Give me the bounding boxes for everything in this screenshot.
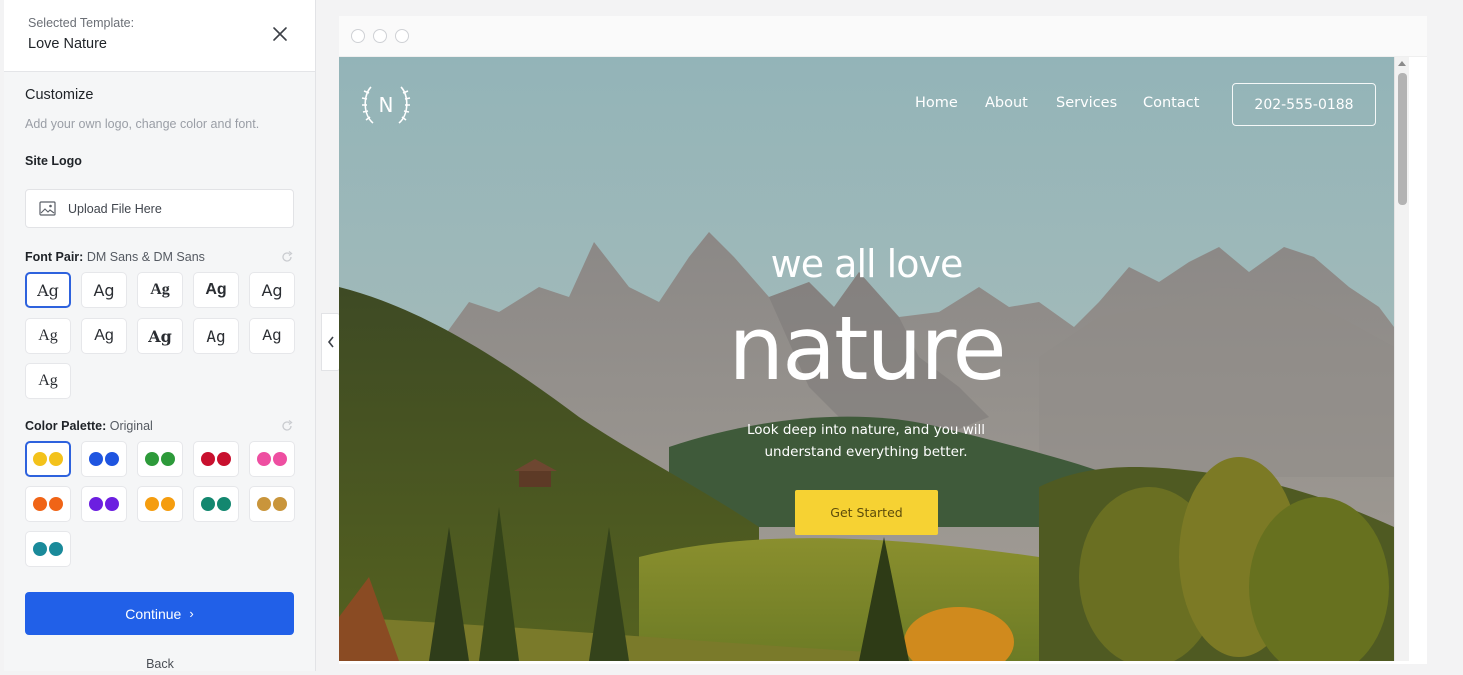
color-palette-option[interactable]	[193, 441, 239, 477]
font-pair-label: Font Pair: DM Sans & DM Sans	[25, 250, 205, 264]
font-option[interactable]: Ag	[25, 318, 71, 354]
color-palette-option[interactable]	[137, 441, 183, 477]
collapse-sidebar-button[interactable]	[321, 313, 340, 371]
window-dot	[395, 29, 409, 43]
color-palette-option[interactable]	[25, 531, 71, 567]
preview-titlebar	[339, 16, 1427, 57]
font-option[interactable]: Ag	[25, 363, 71, 399]
color-palette-option[interactable]	[25, 441, 71, 477]
color-palette-option[interactable]	[81, 441, 127, 477]
phone-button[interactable]: 202-555-0188	[1232, 83, 1376, 126]
font-option[interactable]: Ag	[249, 318, 295, 354]
color-palette-option[interactable]	[137, 486, 183, 522]
reset-color-icon[interactable]	[280, 419, 294, 433]
font-option[interactable]: Ag	[25, 272, 71, 308]
font-option[interactable]: Ag	[81, 272, 127, 308]
customize-subtitle: Add your own logo, change color and font…	[25, 117, 260, 131]
logo-letter: N	[379, 93, 394, 117]
color-palette-option[interactable]	[81, 486, 127, 522]
scroll-up-icon[interactable]	[1398, 61, 1406, 66]
site-logo[interactable]: N	[357, 79, 415, 131]
font-option[interactable]: Ag	[137, 272, 183, 308]
scroll-thumb[interactable]	[1398, 73, 1407, 205]
color-palette-option[interactable]	[249, 441, 295, 477]
sidebar-header: Selected Template: Love Nature	[4, 0, 315, 72]
customize-sidebar: Selected Template: Love Nature Customize…	[4, 0, 316, 671]
chevron-right-icon: ›	[189, 606, 194, 621]
back-link[interactable]: Back	[4, 657, 316, 671]
color-palette-value: Original	[109, 419, 153, 433]
window-dot	[373, 29, 387, 43]
color-palette-option[interactable]	[25, 486, 71, 522]
get-started-button[interactable]: Get Started	[795, 490, 938, 535]
preview-scrollbar[interactable]	[1394, 57, 1409, 661]
reset-font-icon[interactable]	[280, 250, 294, 264]
selected-template-label: Selected Template:	[28, 16, 135, 30]
nav-about[interactable]: About	[985, 95, 1028, 111]
font-option[interactable]: Ag	[81, 318, 127, 354]
upload-logo-button[interactable]: Upload File Here	[25, 189, 294, 228]
nav-services[interactable]: Services	[1056, 95, 1117, 111]
font-option[interactable]: Ag	[137, 318, 183, 354]
nav-home[interactable]: Home	[915, 95, 958, 111]
color-palette-option[interactable]	[249, 486, 295, 522]
font-option[interactable]: Ag	[193, 272, 239, 308]
color-palette-label: Color Palette: Original	[25, 419, 153, 433]
customize-title: Customize	[25, 87, 94, 103]
hero-section: N Home About Services Contact 202-555-01…	[339, 57, 1394, 661]
continue-button[interactable]: Continue ›	[25, 592, 294, 635]
nav-contact[interactable]: Contact	[1143, 95, 1199, 111]
template-name: Love Nature	[28, 36, 107, 52]
preview-window: N Home About Services Contact 202-555-01…	[339, 16, 1427, 664]
continue-label: Continue	[125, 605, 182, 622]
color-palette-option[interactable]	[193, 486, 239, 522]
hero-headline-small: we all love	[770, 242, 964, 286]
image-icon	[39, 201, 56, 216]
font-option[interactable]: Ag	[193, 318, 239, 354]
hero-description: Look deep into nature, and you will unde…	[746, 422, 985, 460]
window-dot	[351, 29, 365, 43]
hero-headline-big: nature	[728, 297, 1006, 400]
close-icon[interactable]	[270, 24, 290, 44]
app: Selected Template: Love Nature Customize…	[0, 0, 1463, 675]
font-option[interactable]: Ag	[249, 272, 295, 308]
font-pair-value: DM Sans & DM Sans	[86, 250, 205, 264]
chevron-left-icon	[327, 336, 334, 348]
upload-label: Upload File Here	[68, 202, 162, 216]
site-logo-label: Site Logo	[25, 154, 82, 168]
